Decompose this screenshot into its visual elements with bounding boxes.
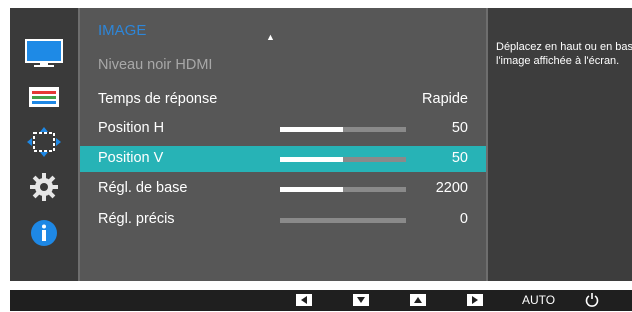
menu-item-label: Niveau noir HDMI: [98, 57, 213, 73]
menu-title: IMAGE: [98, 22, 147, 39]
right-arrow-icon[interactable]: [467, 294, 483, 306]
power-icon[interactable]: [585, 292, 599, 312]
menu-item-label: Position H: [98, 120, 165, 136]
slider-bar[interactable]: [280, 157, 406, 162]
color-icon[interactable]: [10, 78, 78, 116]
slider-bar[interactable]: [280, 218, 406, 223]
auto-button[interactable]: AUTO: [522, 293, 555, 307]
slider-bar[interactable]: [280, 127, 406, 132]
menu-item-label: Régl. de base: [98, 180, 188, 196]
help-text: Déplacez en haut ou en bas l'image affic…: [496, 41, 632, 67]
menu-item-label: Régl. précis: [98, 211, 175, 227]
menu-item-regl-precis[interactable]: Régl. précis 0: [80, 207, 486, 233]
category-sidebar: [10, 8, 78, 281]
menu-item-regl-de-base[interactable]: Régl. de base 2200: [80, 176, 486, 202]
left-arrow-icon[interactable]: [296, 294, 312, 306]
menu-item-label: Temps de réponse: [98, 91, 218, 107]
menu-item-value: Rapide: [422, 91, 468, 107]
slider-bar[interactable]: [280, 187, 406, 192]
menu-item-niveau-noir-hdmi[interactable]: Niveau noir HDMI: [80, 53, 486, 79]
menu-item-position-v[interactable]: Position V 50: [80, 146, 486, 172]
menu-item-value: 2200: [435, 180, 468, 196]
menu-item-value: 50: [451, 150, 468, 166]
help-panel: Déplacez en haut ou en bas l'image affic…: [488, 8, 632, 281]
image-menu: IMAGE ▲ Niveau noir HDMI Temps de répons…: [78, 8, 488, 281]
scroll-up-icon[interactable]: ▲: [266, 32, 275, 42]
down-arrow-icon[interactable]: [353, 294, 369, 306]
monitor-icon[interactable]: [10, 34, 78, 72]
size-position-icon[interactable]: [10, 123, 78, 161]
menu-item-temps-de-reponse[interactable]: Temps de réponse Rapide: [80, 87, 486, 113]
menu-item-label: Position V: [98, 150, 164, 166]
gear-icon[interactable]: [10, 168, 78, 206]
menu-item-value: 0: [459, 211, 468, 227]
info-icon[interactable]: [10, 214, 78, 252]
menu-item-position-h[interactable]: Position H 50: [80, 116, 486, 142]
up-arrow-icon[interactable]: [410, 294, 426, 306]
control-bar: AUTO: [10, 290, 632, 311]
menu-item-value: 50: [451, 120, 468, 136]
